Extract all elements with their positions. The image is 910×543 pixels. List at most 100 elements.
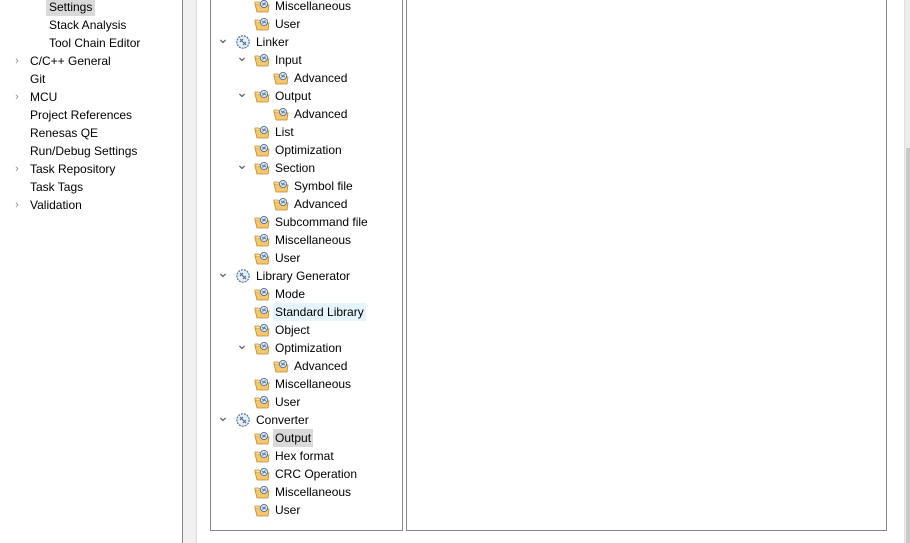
- tree-item[interactable]: CRC Operation: [211, 465, 401, 483]
- nav-item[interactable]: › MCU: [0, 88, 180, 106]
- tree-item[interactable]: Miscellaneous: [211, 375, 401, 393]
- folder-tool-icon: [254, 52, 270, 68]
- tree-item-label: Miscellaneous: [275, 0, 352, 13]
- vertical-scrollbar[interactable]: [904, 0, 910, 543]
- tree-item[interactable]: User: [211, 15, 401, 33]
- folder-tool-icon: [273, 70, 289, 86]
- tree-item[interactable]: User: [211, 249, 401, 267]
- tree-item-label: Output: [273, 429, 314, 447]
- tree-item[interactable]: Standard Library: [211, 303, 401, 321]
- nav-item-label: Project References: [30, 108, 133, 122]
- nav-item-label: Git: [30, 72, 46, 86]
- tree-item[interactable]: Advanced: [211, 357, 401, 375]
- tree-item[interactable]: Mode: [211, 285, 401, 303]
- tree-item-label: CRC Operation: [275, 467, 358, 481]
- tree-item[interactable]: Miscellaneous: [211, 231, 401, 249]
- tree-item[interactable]: ⌄ Input: [211, 49, 401, 69]
- folder-tool-icon: [254, 88, 270, 104]
- tool-settings-tree[interactable]: Miscellaneous User ⌄ Linker ⌄ Input Advanced ⌄ O…: [210, 0, 403, 531]
- chevron-down-icon[interactable]: ⌄: [217, 265, 229, 285]
- scrollbar-thumb[interactable]: [906, 148, 910, 543]
- folder-tool-icon: [254, 394, 270, 410]
- settings-detail-panel: [406, 0, 887, 531]
- property-category-tree[interactable]: Settings Stack Analysis Tool Chain Editor ›…: [0, 0, 183, 543]
- chevron-right-icon[interactable]: ›: [11, 160, 23, 178]
- tree-item-label: Section: [275, 161, 316, 175]
- tree-item-label: User: [275, 17, 301, 31]
- tree-item[interactable]: Output: [211, 429, 401, 447]
- folder-tool-icon: [254, 142, 270, 158]
- tree-item-label: Standard Library: [273, 303, 366, 321]
- tree-item-label: Hex format: [275, 449, 334, 463]
- nav-item[interactable]: › Validation: [0, 196, 180, 214]
- nav-item[interactable]: Tool Chain Editor: [0, 34, 180, 52]
- nav-item[interactable]: Project References: [0, 106, 180, 124]
- chevron-right-icon[interactable]: ›: [11, 52, 23, 70]
- tree-item-label: Advanced: [294, 197, 348, 211]
- tree-item-label: Miscellaneous: [275, 377, 352, 391]
- folder-tool-icon: [254, 232, 270, 248]
- tree-item-label: Object: [275, 323, 310, 337]
- chevron-down-icon[interactable]: ⌄: [236, 157, 248, 177]
- nav-item-label: Task Tags: [30, 180, 84, 194]
- tool-icon: [235, 412, 251, 428]
- nav-item[interactable]: › Task Repository: [0, 160, 180, 178]
- nav-item[interactable]: Task Tags: [0, 178, 180, 196]
- folder-tool-icon: [254, 286, 270, 302]
- tree-item-label: Converter: [256, 413, 309, 427]
- tree-item[interactable]: Hex format: [211, 447, 401, 465]
- folder-tool-icon: [254, 484, 270, 500]
- tree-item-label: Miscellaneous: [275, 233, 352, 247]
- tree-item-label: Linker: [256, 35, 289, 49]
- tree-item[interactable]: ⌄ Section: [211, 157, 401, 177]
- folder-tool-icon: [254, 214, 270, 230]
- tree-item[interactable]: User: [211, 501, 401, 519]
- tree-item[interactable]: List: [211, 123, 401, 141]
- tree-item[interactable]: ⌄ Output: [211, 85, 401, 105]
- tree-item[interactable]: Symbol file: [211, 177, 401, 195]
- chevron-down-icon[interactable]: ⌄: [236, 49, 248, 69]
- folder-tool-icon: [254, 16, 270, 32]
- nav-item[interactable]: Run/Debug Settings: [0, 142, 180, 160]
- folder-tool-icon: [254, 376, 270, 392]
- tool-icon: [235, 268, 251, 284]
- tree-item-label: Miscellaneous: [275, 485, 352, 499]
- chevron-down-icon[interactable]: ⌄: [236, 85, 248, 105]
- tree-item[interactable]: User: [211, 393, 401, 411]
- tree-item[interactable]: ⌄ Optimization: [211, 337, 401, 357]
- folder-tool-icon: [254, 124, 270, 140]
- chevron-right-icon[interactable]: ›: [11, 196, 23, 214]
- folder-tool-icon: [273, 358, 289, 374]
- folder-tool-icon: [254, 0, 270, 14]
- tree-item[interactable]: Advanced: [211, 195, 401, 213]
- nav-item[interactable]: Settings: [0, 0, 180, 16]
- chevron-down-icon[interactable]: ⌄: [217, 31, 229, 51]
- tree-item[interactable]: ⌄ Converter: [211, 409, 401, 429]
- folder-tool-icon: [273, 106, 289, 122]
- nav-item[interactable]: Renesas QE: [0, 124, 180, 142]
- nav-item[interactable]: Stack Analysis: [0, 16, 180, 34]
- folder-tool-icon: [254, 304, 270, 320]
- nav-item[interactable]: › C/C++ General: [0, 52, 180, 70]
- tree-item[interactable]: Advanced: [211, 105, 401, 123]
- tree-item[interactable]: Miscellaneous: [211, 0, 401, 15]
- folder-tool-icon: [254, 250, 270, 266]
- chevron-right-icon[interactable]: ›: [11, 88, 23, 106]
- tree-item-label: Advanced: [294, 359, 348, 373]
- tree-item-label: Optimization: [275, 341, 342, 355]
- tree-item[interactable]: Miscellaneous: [211, 483, 401, 501]
- tree-item-label: Optimization: [275, 143, 342, 157]
- tree-item-label: Symbol file: [294, 179, 353, 193]
- folder-tool-icon: [254, 160, 270, 176]
- nav-item-label: Settings: [46, 0, 96, 16]
- tree-item-label: Advanced: [294, 71, 348, 85]
- tree-item[interactable]: ⌄ Library Generator: [211, 265, 401, 285]
- folder-tool-icon: [254, 340, 270, 356]
- nav-item[interactable]: Git: [0, 70, 180, 88]
- sash-divider[interactable]: [183, 0, 197, 543]
- chevron-down-icon[interactable]: ⌄: [236, 337, 248, 357]
- chevron-down-icon[interactable]: ⌄: [217, 409, 229, 429]
- tree-item-label: Advanced: [294, 107, 348, 121]
- tree-item[interactable]: Subcommand file: [211, 213, 401, 231]
- nav-item-label: MCU: [30, 90, 58, 104]
